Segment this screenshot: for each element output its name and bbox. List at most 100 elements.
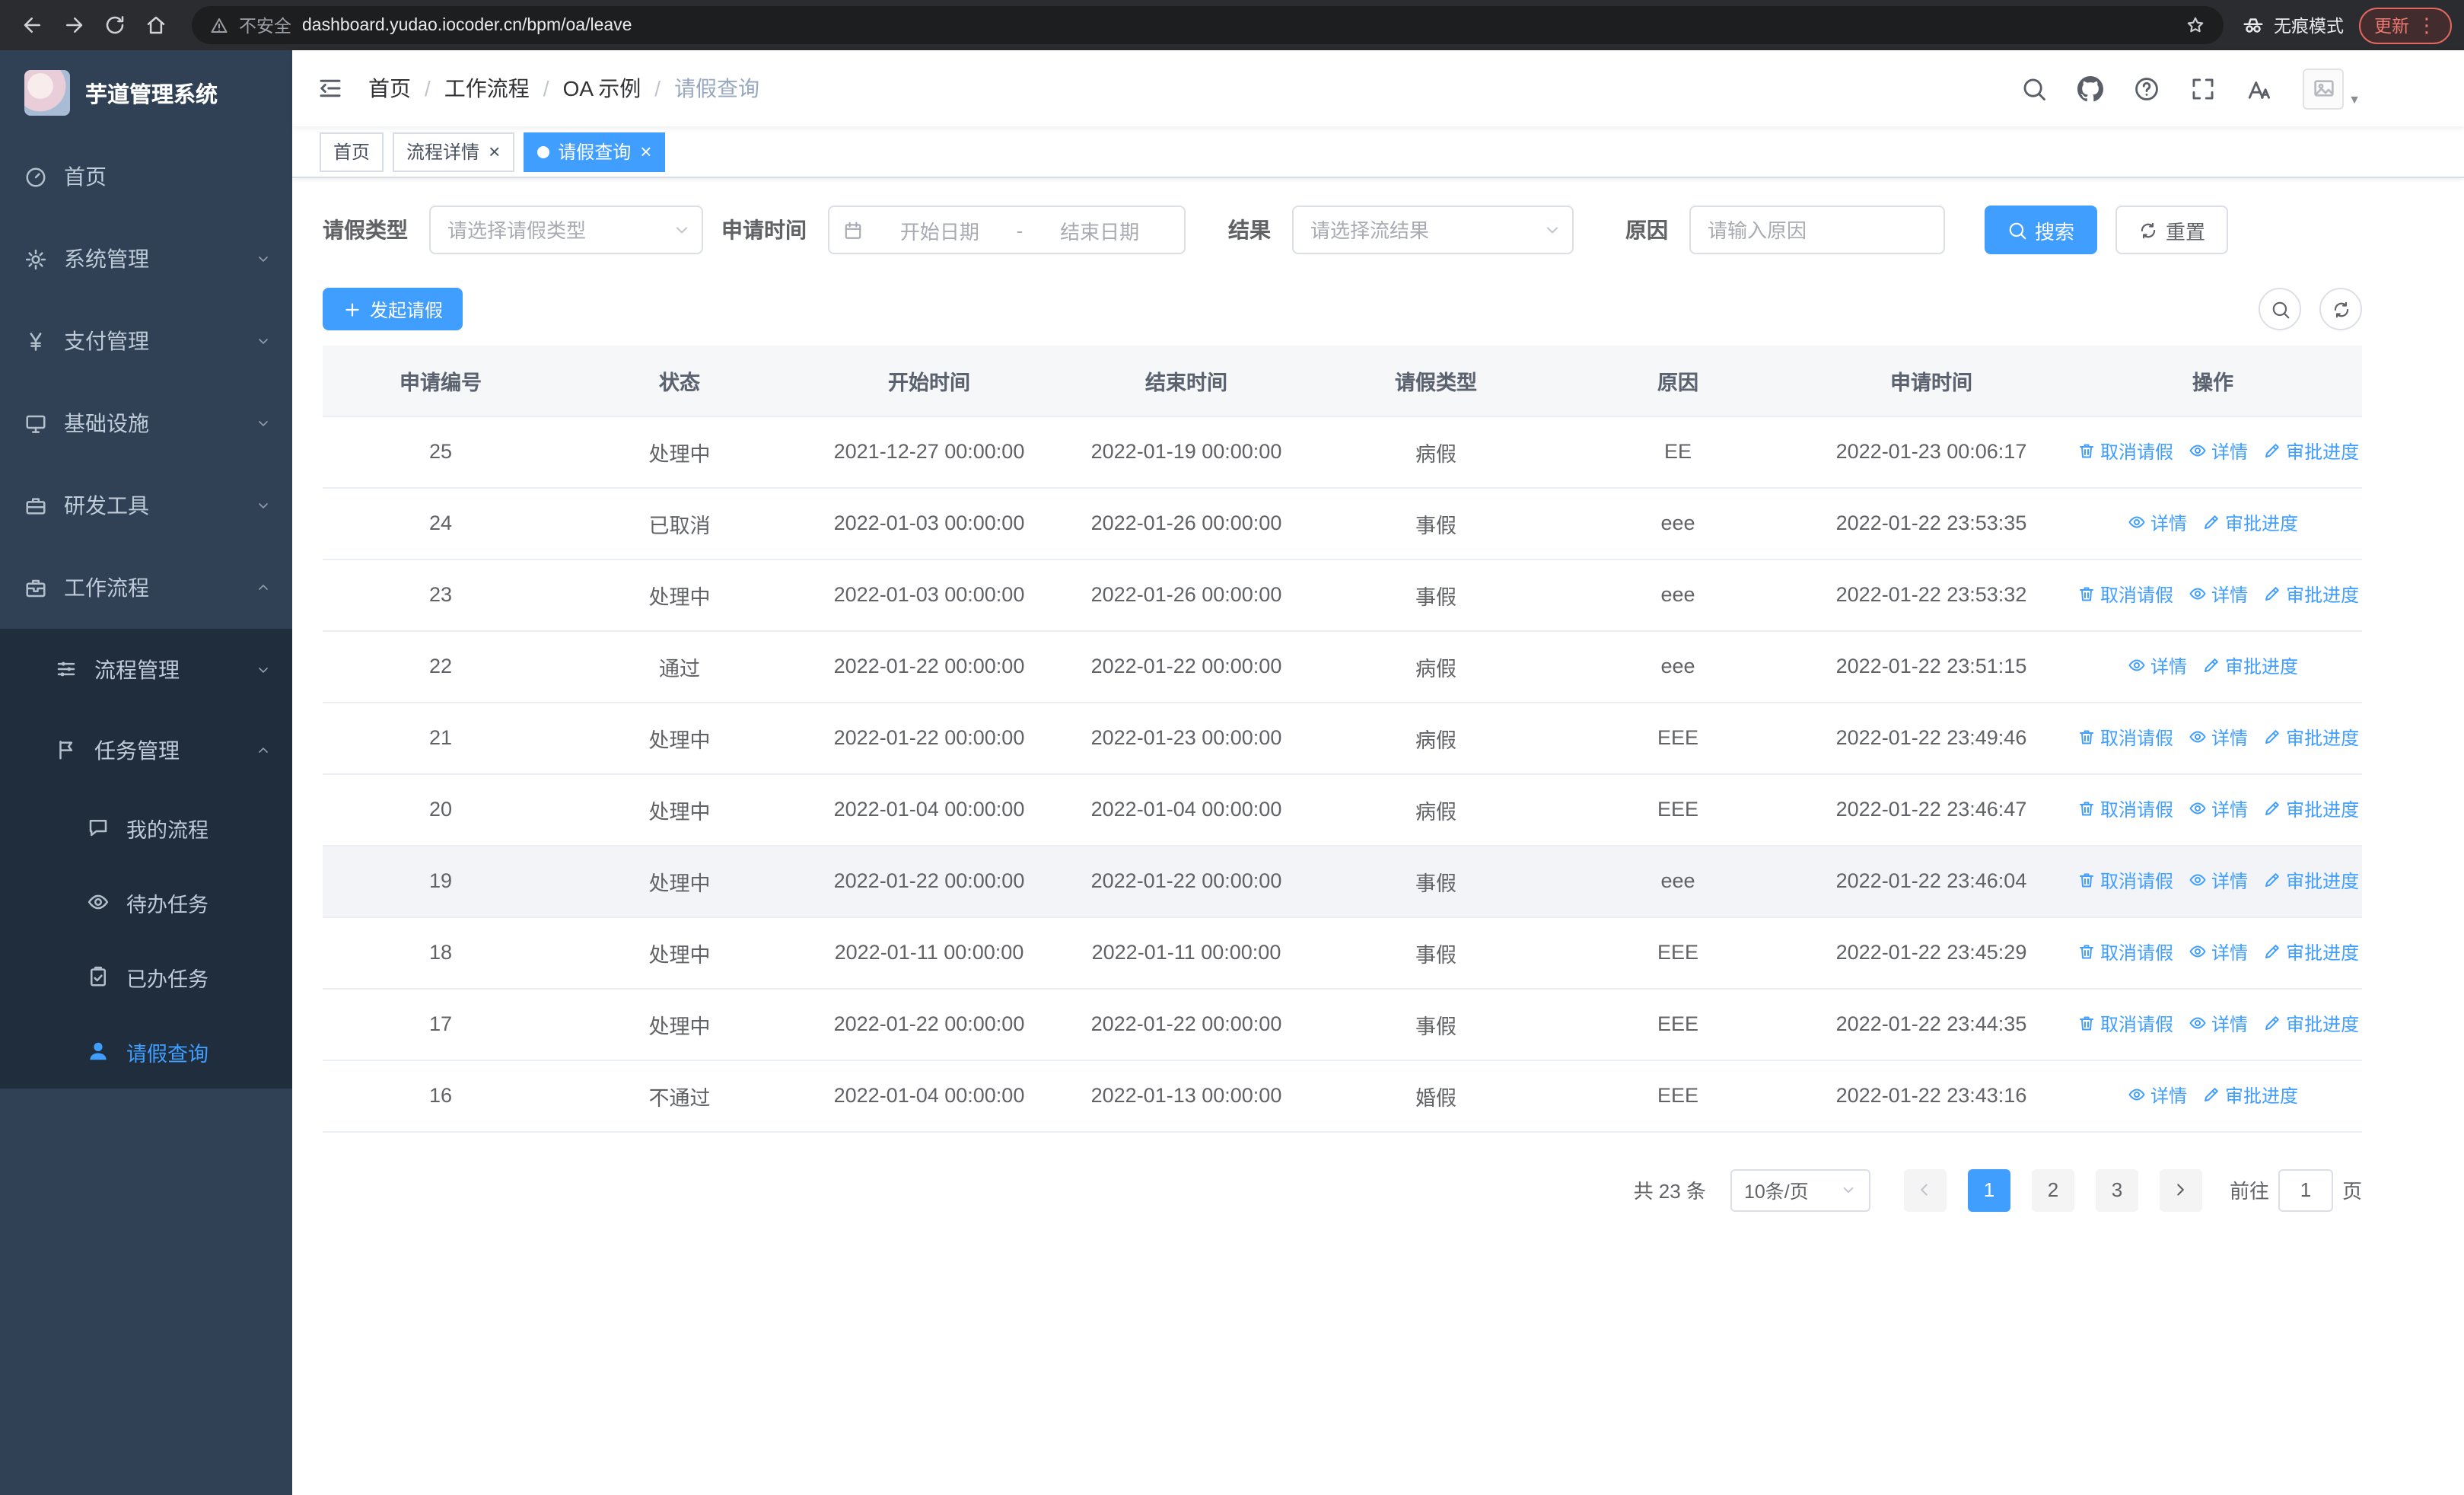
- detail-link[interactable]: 详情: [2189, 939, 2248, 965]
- approval-progress-link[interactable]: 审批进度: [2263, 939, 2359, 965]
- cancel-leave-link[interactable]: 取消请假: [2077, 582, 2173, 607]
- approval-progress-link[interactable]: 审批进度: [2263, 796, 2359, 822]
- search-icon[interactable]: [2021, 75, 2047, 101]
- approval-progress-link[interactable]: 审批进度: [2202, 1082, 2298, 1108]
- browser-back-icon[interactable]: [12, 5, 53, 46]
- tab-home[interactable]: 首页: [320, 132, 384, 171]
- incognito-label: 无痕模式: [2274, 18, 2344, 36]
- sidebar-item-system-management[interactable]: 系统管理: [0, 218, 292, 300]
- refresh-table-button[interactable]: [2319, 288, 2362, 330]
- column-header: 申请编号: [323, 346, 559, 416]
- browser-reload-icon[interactable]: [94, 5, 135, 46]
- column-header: 开始时间: [801, 346, 1058, 416]
- leave-type-select-input[interactable]: [429, 206, 703, 254]
- fullscreen-icon[interactable]: [2190, 75, 2216, 101]
- detail-link[interactable]: 详情: [2189, 868, 2248, 894]
- sidebar-item-done-tasks[interactable]: 已办任务: [0, 939, 292, 1014]
- breadcrumb-item[interactable]: OA 示例: [563, 73, 641, 104]
- sidebar-item-label: 工作流程: [64, 575, 149, 600]
- url-text[interactable]: dashboard.yudao.iocoder.cn/bpm/oa/leave: [302, 16, 632, 34]
- cancel-leave-link[interactable]: 取消请假: [2077, 725, 2173, 751]
- detail-link[interactable]: 详情: [2189, 1011, 2248, 1037]
- page-jump-input[interactable]: [2278, 1168, 2333, 1211]
- tab-leave-query[interactable]: 请假查询 ×: [523, 132, 666, 171]
- result-select-input[interactable]: [1292, 206, 1574, 254]
- address-bar[interactable]: 不安全 dashboard.yudao.iocoder.cn/bpm/oa/le…: [192, 6, 2224, 44]
- bookmark-star-icon[interactable]: [2185, 15, 2205, 35]
- tab-label: 请假查询: [558, 142, 632, 163]
- detail-link[interactable]: 详情: [2189, 725, 2248, 751]
- approval-progress-link[interactable]: 审批进度: [2263, 582, 2359, 607]
- approval-progress-link[interactable]: 审批进度: [2202, 653, 2298, 679]
- sidebar-item-payment-management[interactable]: 支付管理: [0, 300, 292, 382]
- close-tab-icon[interactable]: ×: [640, 142, 651, 161]
- search-button[interactable]: 搜索: [1985, 206, 2098, 254]
- breadcrumb-item[interactable]: 首页: [368, 73, 411, 104]
- detail-link[interactable]: 详情: [2128, 653, 2187, 679]
- cell-end_time: 2022-01-26 00:00:00: [1058, 487, 1315, 559]
- approval-progress-link[interactable]: 审批进度: [2263, 868, 2359, 894]
- sidebar-item-dev-tools[interactable]: 研发工具: [0, 464, 292, 547]
- sidebar-item-leave-query[interactable]: 请假查询: [0, 1014, 292, 1089]
- browser-menu-icon[interactable]: ⋮: [2417, 13, 2437, 37]
- table-row: 25 处理中 2021-12-27 00:00:00 2022-01-19 00:00…: [323, 416, 2362, 488]
- detail-link[interactable]: 详情: [2128, 510, 2187, 536]
- cancel-leave-link[interactable]: 取消请假: [2077, 438, 2173, 464]
- result-select[interactable]: [1292, 206, 1574, 254]
- close-tab-icon[interactable]: ×: [489, 142, 500, 161]
- cancel-leave-link[interactable]: 取消请假: [2077, 939, 2173, 965]
- user-avatar[interactable]: ▼: [2303, 68, 2361, 109]
- update-browser-button[interactable]: 更新 ⋮: [2359, 7, 2452, 43]
- reset-button[interactable]: 重置: [2115, 206, 2229, 254]
- apply-time-range-picker[interactable]: 开始日期 - 结束日期: [828, 206, 1186, 254]
- github-icon[interactable]: [2077, 75, 2104, 101]
- approval-progress-link[interactable]: 审批进度: [2263, 438, 2359, 464]
- cell-reason: eee: [1557, 630, 1799, 703]
- approval-progress-link[interactable]: 审批进度: [2263, 725, 2359, 751]
- page-button-3[interactable]: 3: [2095, 1168, 2138, 1211]
- breadcrumb-item[interactable]: 工作流程: [444, 73, 530, 104]
- collapse-sidebar-icon[interactable]: [317, 75, 344, 102]
- toggle-search-button[interactable]: [2259, 288, 2301, 330]
- logo[interactable]: 芋道管理系统: [0, 50, 292, 135]
- prev-page-button[interactable]: [1903, 1168, 1947, 1211]
- sidebar-item-my-process[interactable]: 我的流程: [0, 790, 292, 865]
- detail-link[interactable]: 详情: [2189, 796, 2248, 822]
- page-button-1[interactable]: 1: [1967, 1168, 2010, 1211]
- cancel-leave-link[interactable]: 取消请假: [2077, 868, 2173, 894]
- sidebar-item-todo-tasks[interactable]: 待办任务: [0, 865, 292, 939]
- reason-input[interactable]: [1689, 206, 1945, 254]
- next-page-button[interactable]: [2159, 1168, 2202, 1211]
- cell-id: 21: [323, 702, 559, 774]
- column-header: 申请时间: [1799, 346, 2064, 416]
- top-navbar: 首页 / 工作流程 / OA 示例 / 请假查询 ▼: [292, 50, 2464, 126]
- approval-progress-link[interactable]: 审批进度: [2202, 510, 2298, 536]
- eye-icon: [2128, 514, 2146, 532]
- detail-link[interactable]: 详情: [2128, 1082, 2187, 1108]
- cell-reason: EEE: [1557, 988, 1799, 1060]
- create-leave-button[interactable]: 发起请假: [323, 288, 463, 330]
- page-button-2[interactable]: 2: [2031, 1168, 2074, 1211]
- detail-link[interactable]: 详情: [2189, 582, 2248, 607]
- edit-icon: [2263, 728, 2281, 747]
- page-size-select[interactable]: 10条/页: [1730, 1168, 1870, 1211]
- question-icon[interactable]: [2134, 75, 2160, 101]
- browser-home-icon[interactable]: [135, 5, 177, 46]
- edit-icon: [2263, 442, 2281, 461]
- sidebar-item-workflow[interactable]: 工作流程: [0, 547, 292, 629]
- detail-link[interactable]: 详情: [2189, 438, 2248, 464]
- cancel-leave-link[interactable]: 取消请假: [2077, 796, 2173, 822]
- sidebar-item-home[interactable]: 首页: [0, 135, 292, 218]
- column-header: 操作: [2064, 346, 2362, 416]
- sidebar-item-infrastructure[interactable]: 基础设施: [0, 382, 292, 464]
- browser-forward-icon[interactable]: [53, 5, 94, 46]
- security-warning-icon[interactable]: [210, 16, 228, 34]
- cancel-leave-link[interactable]: 取消请假: [2077, 1011, 2173, 1037]
- approval-progress-link[interactable]: 审批进度: [2263, 1011, 2359, 1037]
- font-size-icon[interactable]: [2246, 75, 2272, 101]
- sidebar-item-process-management[interactable]: 流程管理: [0, 629, 292, 709]
- sidebar-item-task-management[interactable]: 任务管理: [0, 709, 292, 790]
- leave-type-select[interactable]: [429, 206, 703, 254]
- reason-field[interactable]: [1689, 206, 1945, 254]
- tab-process-detail[interactable]: 流程详情 ×: [393, 132, 514, 171]
